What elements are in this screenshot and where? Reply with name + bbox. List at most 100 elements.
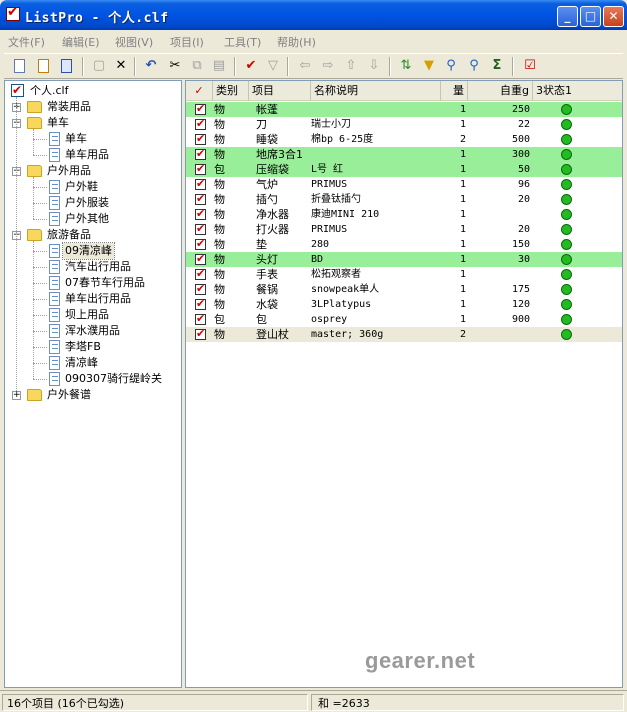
tree-list[interactable]: 清凉峰: [5, 355, 181, 371]
open-icon[interactable]: [34, 57, 52, 75]
expand-icon[interactable]: +: [12, 391, 21, 400]
column-check[interactable]: ✓: [186, 81, 213, 101]
table-row[interactable]: 物 头灯 BD 1 30: [186, 251, 622, 267]
tree-list[interactable]: 户外其他: [5, 211, 181, 227]
close-button[interactable]: ✕: [603, 6, 624, 27]
table-row[interactable]: 物 地席3合1 1 300: [186, 146, 622, 162]
tree-list[interactable]: 户外服装: [5, 195, 181, 211]
undo-icon[interactable]: ↶: [142, 57, 160, 75]
copy-icon[interactable]: ⧉: [188, 57, 206, 75]
maximize-button[interactable]: □: [580, 6, 601, 27]
column-weight[interactable]: 自重g: [468, 81, 533, 101]
row-checkbox[interactable]: [195, 221, 206, 236]
column-description[interactable]: 名称说明: [311, 81, 441, 101]
menu-tools[interactable]: 工具(T): [224, 34, 261, 50]
row-checkbox[interactable]: [195, 251, 206, 266]
table-row[interactable]: 物 手表 松拓观察者 1: [186, 266, 622, 282]
arrow-up-icon[interactable]: ⇧: [342, 57, 360, 75]
table-row[interactable]: 物 餐锅 snowpeak单人 1 175: [186, 281, 622, 297]
search-icon[interactable]: ⚲: [442, 57, 460, 75]
highlight-icon[interactable]: ▼: [420, 57, 438, 75]
table-row[interactable]: 物 睡袋 棉bp 6-25度 2 500: [186, 131, 622, 147]
find-next-icon[interactable]: ⚲: [465, 57, 483, 75]
tree-folder[interactable]: − 户外用品: [5, 163, 181, 179]
menu-item[interactable]: 项目(I): [170, 34, 204, 50]
table-row[interactable]: 物 插勺 折叠钛插勺 1 20: [186, 191, 622, 207]
row-checkbox[interactable]: [195, 131, 206, 146]
column-status[interactable]: 3状态1: [533, 81, 622, 101]
row-checkbox[interactable]: [195, 326, 206, 341]
new-icon[interactable]: [10, 57, 28, 75]
table-row[interactable]: 包 压缩袋 L号 红 1 50: [186, 161, 622, 177]
row-checkbox[interactable]: [195, 146, 206, 161]
title-bar[interactable]: ListPro - 个人.clf _ □ ✕: [0, 0, 627, 30]
row-checkbox[interactable]: [195, 176, 206, 191]
tree-list[interactable]: 单车用品: [5, 147, 181, 163]
row-description: L号 红: [311, 164, 344, 175]
delete-icon[interactable]: ✕: [112, 57, 130, 75]
column-quantity[interactable]: 量: [441, 81, 468, 101]
table-row[interactable]: 物 刀 瑞士小刀 1 22: [186, 116, 622, 132]
tree-root[interactable]: 个人.clf: [9, 82, 179, 99]
table-row[interactable]: 物 垫 280 1 150: [186, 236, 622, 252]
tree-list[interactable]: 李塔FB: [5, 339, 181, 355]
save-icon[interactable]: [57, 57, 75, 75]
filter-icon[interactable]: ▽: [264, 57, 282, 75]
tree-folder[interactable]: − 单车: [5, 115, 181, 131]
copy-doc-icon[interactable]: ▢: [90, 57, 108, 75]
item-list[interactable]: ✓ 类别 项目 名称说明 量 自重g 3状态1 物帐蓬1250物刀瑞士小刀122…: [185, 80, 623, 688]
sort-icon[interactable]: ⇅: [397, 57, 415, 75]
check-icon[interactable]: ✔: [242, 57, 260, 75]
arrow-left-icon[interactable]: ⇦: [296, 57, 314, 75]
arrow-right-icon[interactable]: ⇨: [319, 57, 337, 75]
menu-view[interactable]: 视图(V): [115, 34, 153, 50]
table-row[interactable]: 物 登山杖 master; 360g 2: [186, 326, 622, 342]
tree-folder[interactable]: + 常装用品: [5, 99, 181, 115]
tree-list[interactable]: 09清凉峰: [5, 242, 181, 260]
paste-icon[interactable]: ▤: [210, 57, 228, 75]
row-checkbox[interactable]: [195, 161, 206, 176]
row-description: 280: [311, 239, 330, 250]
tree-list[interactable]: 坝上用品: [5, 307, 181, 323]
table-row[interactable]: 物 帐蓬 1 250: [186, 101, 622, 117]
column-category[interactable]: 类别: [213, 81, 249, 101]
table-row[interactable]: 物 打火器 PRIMUS 1 20: [186, 221, 622, 237]
row-checkbox[interactable]: [195, 116, 206, 131]
tree-list[interactable]: 090307骑行缇岭关: [5, 371, 181, 387]
tree-list[interactable]: 户外鞋: [5, 179, 181, 195]
table-row[interactable]: 物 气炉 PRIMUS 1 96: [186, 176, 622, 192]
table-row[interactable]: 物 水袋 3LPlatypus 1 120: [186, 296, 622, 312]
sum-icon[interactable]: Σ: [488, 57, 506, 75]
arrow-down-icon[interactable]: ⇩: [365, 57, 383, 75]
table-row[interactable]: 包 包 osprey 1 900: [186, 311, 622, 327]
menu-file[interactable]: 文件(F): [8, 34, 45, 50]
tree-list[interactable]: 单车: [5, 131, 181, 147]
tree-folder-label: 户外餐谱: [47, 388, 91, 401]
status-dot-icon: [561, 179, 572, 190]
row-checkbox[interactable]: [195, 206, 206, 221]
tree-folder[interactable]: − 旅游备品: [5, 227, 181, 243]
row-checkbox[interactable]: [195, 296, 206, 311]
row-weight: 22: [517, 119, 530, 130]
tree-list[interactable]: 浑水濮用品: [5, 323, 181, 339]
tree-list[interactable]: 07春节车行用品: [5, 275, 181, 291]
row-checkbox[interactable]: [195, 191, 206, 206]
category-tree[interactable]: 个人.clf+常装用品−单车单车单车用品−户外用品户外鞋户外服装户外其他−旅游备…: [4, 80, 182, 688]
table-row[interactable]: 物 净水器 康迪MINI 210 1: [186, 206, 622, 222]
row-checkbox[interactable]: [195, 266, 206, 281]
row-checkbox[interactable]: [195, 281, 206, 296]
checklist-icon[interactable]: ☑: [521, 57, 539, 75]
column-item[interactable]: 项目: [249, 81, 311, 101]
tree-list[interactable]: 单车出行用品: [5, 291, 181, 307]
row-checkbox[interactable]: [195, 311, 206, 326]
tree-list[interactable]: 汽车出行用品: [5, 259, 181, 275]
checkbox-icon[interactable]: [11, 82, 24, 98]
row-checkbox[interactable]: [195, 236, 206, 251]
tree-folder[interactable]: + 户外餐谱: [5, 387, 181, 403]
menu-edit[interactable]: 编辑(E): [62, 34, 100, 50]
tree-list-label: 清凉峰: [65, 356, 98, 369]
minimize-button[interactable]: _: [557, 6, 578, 27]
cut-icon[interactable]: ✂: [166, 57, 184, 75]
row-checkbox[interactable]: [195, 101, 206, 116]
menu-help[interactable]: 帮助(H): [277, 34, 316, 50]
